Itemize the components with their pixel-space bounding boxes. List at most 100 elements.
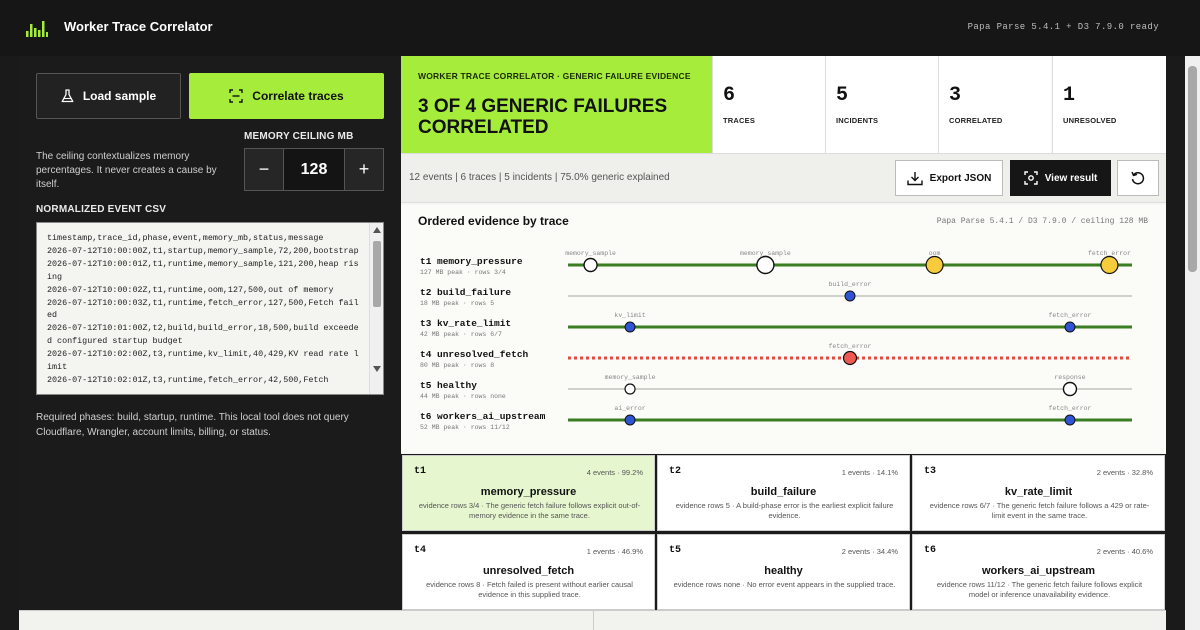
event-dot [842,350,858,366]
decrement-button[interactable]: − [245,149,283,190]
incident-card[interactable]: t5 2 events · 34.4% healthy evidence rows n… [657,534,910,610]
results-panel: WORKER TRACE CORRELATOR · GENERIC FAILUR… [401,56,1166,610]
event-dot [624,383,636,395]
incident-card-description: evidence rows 6/7 · The generic fetch fa… [929,501,1150,520]
load-sample-button[interactable]: Load sample [36,73,181,119]
incident-cards: t1 4 events · 99.2% memory_pressure evidenc… [401,454,1166,610]
incident-card-meta: 4 events · 99.2% [586,468,643,477]
event-label: fetch_error [1048,405,1091,412]
memory-ceiling-input[interactable]: 128 [283,149,345,190]
scroll-down-icon[interactable] [373,366,381,372]
incident-card[interactable]: t6 2 events · 40.6% workers_ai_upstream evi… [912,534,1165,610]
result-hero: WORKER TRACE CORRELATOR · GENERIC FAILUR… [401,56,712,153]
incident-card-id: t1 [414,466,427,477]
result-summary: 12 events | 6 traces | 5 incidents | 75.… [409,172,670,183]
incident-card-meta: 2 events · 40.6% [1096,547,1153,556]
stat-traces: 6 TRACES [712,56,825,153]
event-dot [624,414,636,426]
correlate-traces-label: Correlate traces [252,89,344,103]
incident-card[interactable]: t4 1 events · 46.9% unresolved_fetch eviden… [402,534,655,610]
view-result-label: View result [1044,172,1098,184]
app-header: Worker Trace Correlator Papa Parse 5.4.1… [0,0,1200,56]
stat-value: 6 [723,84,736,107]
footer-divider [593,611,594,630]
incident-card-id: t3 [924,466,937,477]
trace-row-label: t5 [420,380,432,391]
trace-timeline-panel: Ordered evidence by trace Papa Parse 5.4… [401,205,1166,453]
event-dot [925,255,944,275]
trace-row-label: t2 [420,287,432,298]
page-scrollbar[interactable] [1185,56,1200,630]
stat-value: 1 [1063,84,1076,107]
trace-panel-title: Ordered evidence by trace [418,214,569,228]
stat-value: 3 [949,84,962,107]
download-icon [906,171,923,185]
trace-row-sub: 18 MB peak · rows 5 [420,300,494,307]
incident-card-description: evidence rows 8 · Fetch failed is presen… [426,580,633,599]
incident-card[interactable]: t1 4 events · 99.2% memory_pressure evidenc… [402,455,655,531]
page-scroll-thumb[interactable] [1188,66,1197,272]
increment-button[interactable]: + [345,149,383,190]
csv-scrollbar[interactable] [369,223,383,394]
reset-icon [1131,171,1145,185]
load-sample-label: Load sample [82,89,157,103]
correlate-traces-button[interactable]: Correlate traces [189,73,384,119]
event-label: kv_limit [614,312,645,319]
memory-ceiling-stepper: − 128 + [244,148,384,191]
event-dot [583,257,598,273]
trace-row-name: build_failure [437,287,511,298]
incident-card[interactable]: t2 1 events · 14.1% build_failure evidence … [657,455,910,531]
export-json-button[interactable]: Export JSON [895,160,1003,196]
incident-card[interactable]: t3 2 events · 32.8% kv_rate_limit evidence … [912,455,1165,531]
trace-row-label: t3 [420,318,432,329]
reset-button[interactable] [1117,160,1159,196]
event-label: ai_error [614,405,645,412]
export-json-label: Export JSON [929,172,992,184]
view-result-button[interactable]: View result [1010,160,1111,196]
stat-label: CORRELATED [949,116,1003,125]
event-dot [624,321,636,333]
incident-card-meta: 2 events · 34.4% [841,547,898,556]
hero-title: 3 OF 4 GENERIC FAILURES CORRELATED [418,96,668,138]
focus-icon [1023,171,1038,185]
trace-row-name: workers_ai_upstream [437,411,546,422]
trace-row-name: healthy [437,380,477,391]
incident-card-meta: 2 events · 32.8% [1096,468,1153,477]
incident-card-title: unresolved_fetch [482,565,575,577]
stat-value: 5 [836,84,849,107]
trace-row-name: kv_rate_limit [437,318,511,329]
bar-chart-logo-icon [26,21,48,37]
event-label: fetch_error [1048,312,1091,319]
incident-card-description: evidence rows 5 · A build-phase error is… [675,501,894,520]
event-dot [756,255,775,275]
stat-correlated: 3 CORRELATED [938,56,1051,153]
hero-kicker: WORKER TRACE CORRELATOR · GENERIC FAILUR… [418,71,691,81]
incident-card-meta: 1 events · 46.9% [586,547,643,556]
stat-label: INCIDENTS [836,116,879,125]
trace-row-sub: 52 MB peak · rows 11/12 [420,424,510,431]
csv-label: NORMALIZED EVENT CSV [36,204,167,215]
event-label: fetch_error [829,343,872,350]
result-toolbar: 12 events | 6 traces | 5 incidents | 75.… [401,153,1166,203]
event-label: response [1054,374,1085,381]
incident-card-id: t5 [669,545,682,556]
scan-icon [229,89,243,103]
event-dot [1062,381,1078,397]
event-dot [844,290,856,302]
trace-timeline: t1 memory_pressure 127 MB peak · rows 3/4 m… [420,250,1132,431]
scroll-up-icon[interactable] [373,227,381,233]
incident-card-description: evidence rows none · No error event appe… [673,580,896,589]
trace-row-label: t4 [420,349,432,360]
library-status: Papa Parse 5.4.1 + D3 7.9.0 ready [967,22,1159,32]
csv-textarea[interactable]: timestamp,trace_id,phase,event,memory_mb… [36,222,384,395]
trace-row-sub: 80 MB peak · rows 8 [420,362,494,369]
incident-card-title: build_failure [750,486,817,498]
stat-unresolved: 1 UNRESOLVED [1052,56,1166,153]
csv-scroll-thumb[interactable] [373,241,381,307]
app-title: Worker Trace Correlator [64,19,213,34]
trace-row-name: memory_pressure [437,256,523,267]
incident-card-description: evidence rows 3/4 · The generic fetch fa… [418,501,641,520]
footer-strip [19,610,1166,630]
incident-card-description: evidence rows 11/12 · The generic fetch … [936,580,1143,599]
incident-card-title: kv_rate_limit [1004,486,1073,498]
